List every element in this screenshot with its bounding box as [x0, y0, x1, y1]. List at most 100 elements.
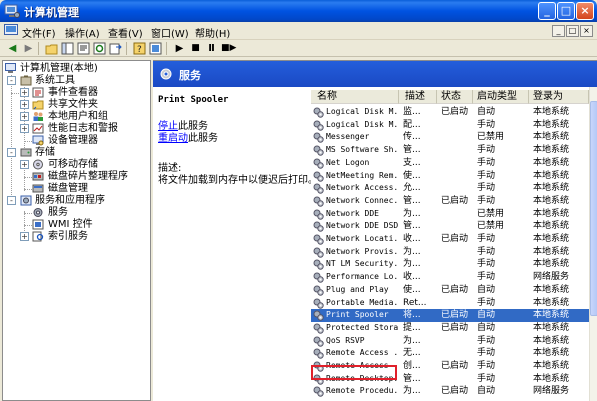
menu-view[interactable]: 查看(V) — [108, 25, 143, 40]
cell-name: Network Provis... — [326, 246, 398, 256]
expand-icon[interactable]: + — [20, 100, 29, 109]
window-title: 计算机管理 — [24, 6, 79, 19]
restart-service-suffix: 此服务 — [188, 133, 218, 144]
up-folder-icon[interactable] — [45, 42, 58, 55]
cell-logon-as: 本地系统 — [533, 208, 570, 219]
table-row[interactable]: Network Locati... 收... 已启动手动 本地系统 — [311, 233, 589, 246]
cell-startup-type: 手动 — [477, 373, 496, 384]
minimize-button[interactable]: _ — [538, 2, 556, 20]
restart-service-link[interactable]: 重启动 — [158, 133, 188, 144]
tree-node-device-manager[interactable]: 设备管理器 — [3, 135, 150, 147]
tree-node-system-tools[interactable]: - 系统工具 — [3, 75, 150, 87]
tree-node-local-users[interactable]: + 本地用户和组 — [3, 111, 150, 123]
service-gear-icon — [313, 348, 324, 359]
computer-management-icon — [4, 4, 20, 18]
vertical-scrollbar[interactable] — [589, 87, 597, 401]
tree-node-wmi-control[interactable]: WMI 控件 — [3, 219, 150, 231]
table-row[interactable]: Network Provis... 为... 手动 本地系统 — [311, 246, 589, 259]
table-row[interactable]: Logical Disk M... 配... 手动 本地系统 — [311, 119, 589, 132]
table-row[interactable]: Network DDE DSDM 管... 已禁用 本地系统 — [311, 220, 589, 233]
collapse-icon[interactable]: - — [7, 148, 16, 157]
forward-icon[interactable]: ▶ — [22, 42, 35, 55]
table-row[interactable]: Net Logon 支... 手动 本地系统 — [311, 157, 589, 170]
menu-file[interactable]: 文件(F) — [22, 25, 56, 40]
tree-node-label: WMI 控件 — [48, 219, 93, 230]
back-icon[interactable]: ◀ — [6, 42, 19, 55]
title-bar[interactable]: 计算机管理 _ □ × — [0, 0, 597, 22]
tree-node-shared-folders[interactable]: + 共享文件夹 — [3, 99, 150, 111]
help-icon[interactable]: ? — [133, 42, 146, 55]
expand-icon[interactable]: + — [20, 112, 29, 121]
table-row[interactable]: Print Spooler 将... 已启动 自动 本地系统 — [311, 309, 589, 322]
expand-icon[interactable]: + — [20, 88, 29, 97]
tree-node-indexing-service[interactable]: + 索引服务 — [3, 231, 150, 243]
play-icon[interactable]: ▶ — [173, 42, 186, 55]
tree-node-storage[interactable]: - 存储 — [3, 147, 150, 159]
table-row[interactable]: Logical Disk M... 监... 已启动自动 本地系统 — [311, 106, 589, 119]
table-row[interactable]: Remote Access ... 无... 手动 本地系统 — [311, 347, 589, 360]
table-row[interactable]: NetMeeting Rem... 使... 手动 本地系统 — [311, 170, 589, 183]
table-row[interactable]: Network Connec... 管... 已启动手动 本地系统 — [311, 195, 589, 208]
expand-icon[interactable]: + — [20, 160, 29, 169]
table-row[interactable]: MS Software Sh... 管... 手动 本地系统 — [311, 144, 589, 157]
tree-node-label: 设备管理器 — [48, 135, 98, 146]
tree-node-removable-storage[interactable]: + 可移动存储 — [3, 159, 150, 171]
table-row[interactable]: Plug and Play 使... 已启动 自动 本地系统 — [311, 284, 589, 297]
collapse-icon[interactable]: - — [7, 76, 16, 85]
table-row[interactable]: Network Access... 允... 手动 本地系统 — [311, 182, 589, 195]
mdi-minimize-button[interactable]: _ — [552, 25, 565, 37]
collapse-icon[interactable]: - — [7, 196, 16, 205]
expand-icon[interactable]: + — [20, 232, 29, 241]
tree-node-disk-defragmenter[interactable]: 磁盘碎片整理程序 — [3, 171, 150, 183]
tree-node-services-and-applications[interactable]: - 服务和应用程序 — [3, 195, 150, 207]
expand-icon[interactable]: + — [20, 124, 29, 133]
console-menu-icon[interactable] — [4, 24, 18, 37]
tree-node-performance-logs[interactable]: + 性能日志和警报 — [3, 123, 150, 135]
menu-help[interactable]: 帮助(H) — [195, 25, 230, 40]
cell-name: Network DDE DSDM — [326, 221, 398, 231]
tree-node-services[interactable]: 服务 — [3, 207, 150, 219]
cell-logon-as: 本地系统 — [533, 246, 570, 257]
maximize-button[interactable]: □ — [557, 2, 575, 20]
console-icon[interactable] — [149, 42, 162, 55]
properties-icon[interactable] — [77, 42, 90, 55]
column-header-startup-type[interactable]: 启动类型 — [473, 90, 529, 104]
table-row[interactable]: Remote Procedu... 为... 已启动自动 网络服务 — [311, 385, 589, 398]
tree-node-label: 索引服务 — [48, 231, 88, 242]
column-header-logon-as[interactable]: 登录为 — [529, 90, 589, 104]
pause-icon[interactable]: Ⅱ — [205, 42, 218, 55]
table-row[interactable]: Messenger 传... 已禁用 本地系统 — [311, 131, 589, 144]
scrollbar-thumb[interactable] — [590, 101, 597, 316]
service-gear-icon — [313, 272, 324, 283]
table-row[interactable]: Network DDE 为... 已禁用 本地系统 — [311, 208, 589, 221]
table-row[interactable]: QoS RSVP 为... 手动 本地系统 — [311, 335, 589, 348]
service-gear-icon — [313, 107, 324, 118]
refresh-icon[interactable] — [93, 42, 106, 55]
column-header-name[interactable]: 名称 — [311, 90, 399, 104]
stop-icon[interactable]: ■ — [189, 42, 202, 55]
cell-logon-as: 本地系统 — [533, 284, 570, 295]
mdi-restore-button[interactable]: □ — [566, 25, 579, 37]
menu-window[interactable]: 窗口(W) — [151, 25, 189, 40]
cell-description: 管... — [403, 145, 421, 156]
export-icon[interactable] — [109, 42, 122, 55]
table-row[interactable]: Portable Media... Ret... 手动 本地系统 — [311, 297, 589, 310]
close-button[interactable]: × — [576, 2, 594, 20]
tree-node-event-viewer[interactable]: + 事件查看器 — [3, 87, 150, 99]
show-tree-icon[interactable] — [61, 42, 74, 55]
mdi-close-button[interactable]: × — [580, 25, 593, 37]
cell-startup-type: 手动 — [477, 348, 496, 359]
table-row[interactable]: Performance Lo... 收... 手动 网络服务 — [311, 271, 589, 284]
column-header-description[interactable]: 描述 — [399, 90, 437, 104]
menu-action[interactable]: 操作(A) — [65, 25, 100, 40]
column-header-status[interactable]: 状态 — [437, 90, 473, 104]
cell-name: Plug and Play — [326, 284, 389, 294]
restart-icon[interactable]: ■▶ — [221, 42, 236, 55]
cell-logon-as: 本地系统 — [533, 373, 570, 384]
tree-node-disk-management[interactable]: 磁盘管理 — [3, 183, 150, 195]
tree-line — [24, 225, 32, 226]
table-row[interactable]: Protected Storage 提... 已启动自动 本地系统 — [311, 322, 589, 335]
table-row[interactable]: NT LM Security... 为... 手动 本地系统 — [311, 258, 589, 271]
cell-logon-as: 本地系统 — [533, 132, 570, 143]
computer-icon — [5, 63, 16, 73]
